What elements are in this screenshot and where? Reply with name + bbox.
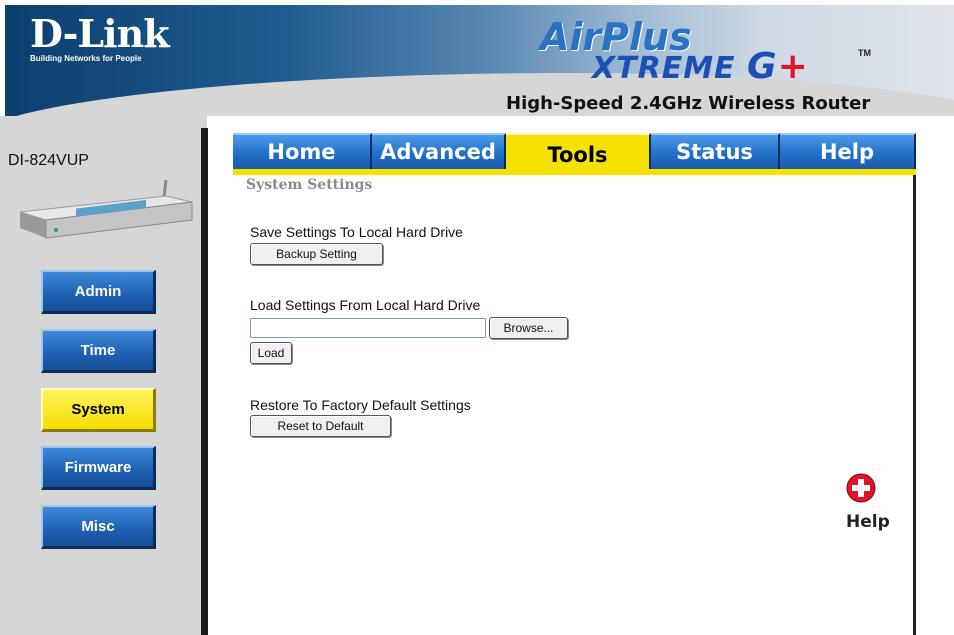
sidebar-item-admin[interactable]: Admin: [41, 270, 156, 314]
dlink-tagline: Building Networks for People: [30, 54, 142, 63]
sidebar-item-system[interactable]: System: [41, 388, 156, 432]
load-settings-label: Load Settings From Local Hard Drive: [250, 297, 481, 313]
load-button[interactable]: Load: [250, 342, 292, 364]
save-settings-label: Save Settings To Local Hard Drive: [250, 224, 463, 240]
g-text: G: [747, 46, 778, 87]
tab-home[interactable]: Home: [233, 133, 372, 169]
sidebar-item-firmware[interactable]: Firmware: [41, 446, 156, 490]
model-description: High-Speed 2.4GHz Wireless Router: [506, 93, 871, 114]
model-name: DI-824VUP: [8, 152, 89, 169]
dlink-logo: D-Link: [30, 11, 170, 56]
xtreme-logo: XTREME G+: [592, 49, 809, 86]
sidebar-item-misc[interactable]: Misc: [41, 505, 156, 549]
help-link[interactable]: Help: [846, 512, 890, 532]
trademark-mark: TM: [858, 48, 871, 58]
backup-setting-button[interactable]: Backup Setting: [250, 243, 383, 265]
browse-button[interactable]: Browse...: [489, 317, 568, 339]
sidebar-item-time[interactable]: Time: [41, 329, 156, 373]
xtreme-text: XTREME: [592, 51, 736, 86]
tab-status[interactable]: Status: [651, 133, 780, 169]
plus-circle-icon[interactable]: [846, 473, 876, 503]
page-title: System Settings: [246, 177, 373, 193]
panel-divider: [201, 128, 208, 635]
g-plus-logo: G+: [747, 46, 809, 87]
router-image: [19, 179, 193, 239]
file-path-input[interactable]: [250, 318, 486, 338]
restore-defaults-label: Restore To Factory Default Settings: [250, 397, 471, 413]
plus-text: +: [777, 46, 809, 87]
tab-help[interactable]: Help: [780, 133, 916, 169]
reset-to-default-button[interactable]: Reset to Default: [250, 415, 391, 437]
tab-advanced[interactable]: Advanced: [372, 133, 506, 169]
